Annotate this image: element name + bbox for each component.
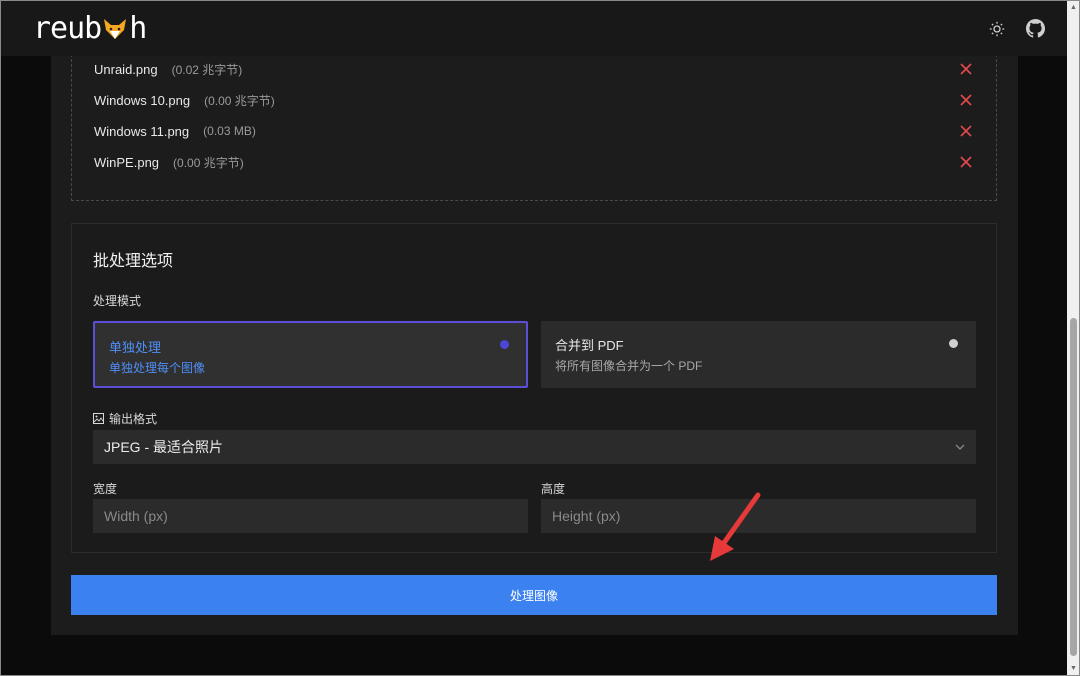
scroll-up-icon[interactable]: ▲	[1070, 4, 1077, 11]
top-bar: reub h	[1, 1, 1067, 56]
file-name: Windows 11.png	[94, 123, 190, 139]
processing-mode-label: 处理模式	[93, 294, 142, 308]
width-label: 宽度	[93, 482, 118, 496]
logo-text-left: reub	[33, 11, 102, 46]
output-format-value: JPEG - 最适合照片	[104, 439, 224, 455]
github-icon[interactable]	[1025, 19, 1045, 39]
batch-options-panel: 批处理选项 处理模式 单独处理 单独处理每个图像 合并到 PDF 将所有图像合并…	[71, 223, 997, 553]
image-icon	[93, 413, 104, 424]
file-size: (0.02 兆字节)	[171, 62, 243, 77]
radio-dot-icon	[949, 339, 958, 348]
fox-logo-icon	[104, 18, 127, 39]
chevron-down-icon	[955, 444, 965, 450]
file-dropzone[interactable]: Unraid.png (0.02 兆字节) Windows 10.png (0.…	[71, 54, 997, 201]
width-input[interactable]	[93, 499, 528, 533]
logo[interactable]: reub h	[33, 11, 147, 46]
mode-option-merge-pdf[interactable]: 合并到 PDF 将所有图像合并为一个 PDF	[541, 321, 976, 388]
main-card: Unraid.png (0.02 兆字节) Windows 10.png (0.…	[51, 54, 1018, 635]
sun-icon[interactable]	[987, 19, 1007, 39]
mode-description: 将所有图像合并为一个 PDF	[555, 359, 703, 373]
close-icon[interactable]	[958, 123, 974, 139]
file-name: Windows 10.png	[94, 92, 191, 108]
file-size: (0.03 MB)	[203, 124, 256, 138]
file-size: (0.00 兆字节)	[173, 155, 244, 170]
file-row: WinPE.png (0.00 兆字节)	[94, 151, 974, 173]
mode-description: 单独处理每个图像	[109, 361, 206, 375]
scroll-down-icon[interactable]: ▼	[1070, 665, 1077, 672]
radio-dot-icon	[500, 340, 509, 349]
height-label: 高度	[541, 482, 566, 496]
close-icon[interactable]	[958, 92, 974, 108]
output-format-select[interactable]: JPEG - 最适合照片	[93, 430, 976, 464]
file-row: Windows 10.png (0.00 兆字节)	[94, 89, 974, 111]
mode-title: 单独处理	[109, 340, 162, 355]
close-icon[interactable]	[958, 154, 974, 170]
output-format-label: 输出格式	[93, 410, 157, 427]
file-name: Unraid.png	[94, 61, 158, 77]
logo-text-right: h	[129, 11, 147, 46]
mode-option-individual[interactable]: 单独处理 单独处理每个图像	[93, 321, 528, 388]
mode-title: 合并到 PDF	[555, 338, 624, 353]
scrollbar-thumb[interactable]	[1070, 318, 1077, 656]
file-name: WinPE.png	[94, 154, 160, 170]
close-icon[interactable]	[958, 61, 974, 77]
file-row: Unraid.png (0.02 兆字节)	[94, 58, 974, 80]
scrollbar[interactable]: ▲ ▼	[1067, 1, 1079, 675]
output-format-text: 输出格式	[109, 412, 158, 426]
file-row: Windows 11.png (0.03 MB)	[94, 120, 974, 142]
process-images-button[interactable]: 处理图像	[71, 575, 997, 615]
batch-options-title: 批处理选项	[93, 253, 174, 270]
file-size: (0.00 兆字节)	[204, 93, 275, 108]
height-input[interactable]	[541, 499, 976, 533]
